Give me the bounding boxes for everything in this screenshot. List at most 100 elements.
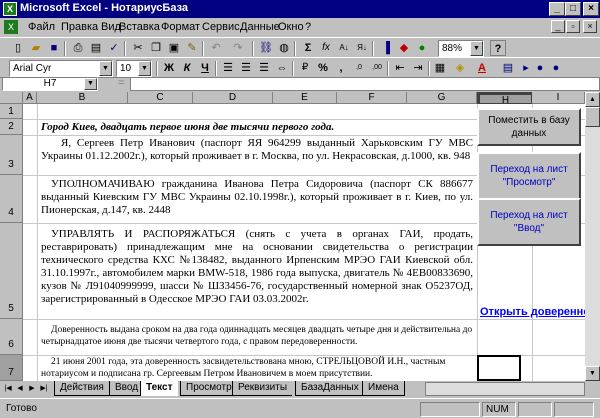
workbook-icon[interactable]: X bbox=[4, 20, 18, 34]
menu-file[interactable]: Файл bbox=[28, 21, 55, 33]
undo-icon[interactable]: ↶ bbox=[208, 40, 224, 56]
zoom-select[interactable]: 88% ▼ bbox=[438, 40, 484, 57]
column-header-c[interactable]: C bbox=[128, 92, 193, 104]
tab-input[interactable]: Ввод bbox=[109, 381, 144, 396]
scroll-down-icon[interactable]: ▼ bbox=[585, 366, 600, 381]
close-button[interactable]: × bbox=[583, 2, 599, 16]
menu-tools[interactable]: Сервис bbox=[202, 21, 240, 33]
last-sheet-icon[interactable]: ▶| bbox=[38, 383, 50, 395]
currency-icon[interactable]: ₽ bbox=[297, 60, 313, 76]
chevron-down-icon[interactable]: ▼ bbox=[470, 41, 483, 56]
sort-ascending-icon[interactable]: A↓ bbox=[336, 40, 352, 56]
cell-b3-principal[interactable]: Я, Сергеев Петр Иванович (паспорт ЯЯ 964… bbox=[41, 137, 473, 163]
tab-names[interactable]: Имена bbox=[362, 381, 405, 396]
menu-help[interactable]: ? bbox=[305, 21, 311, 33]
italic-button[interactable]: К bbox=[179, 60, 195, 76]
chart-wizard-icon[interactable]: ▐ bbox=[378, 40, 394, 56]
stop-icon[interactable]: ● bbox=[548, 60, 564, 76]
open-power-of-attorney-link[interactable]: Открыть доверенность bbox=[480, 306, 585, 318]
scroll-thumb[interactable] bbox=[585, 107, 600, 127]
underline-button[interactable]: Ч bbox=[197, 60, 213, 76]
font-select[interactable]: Arial Cyr ▼ bbox=[9, 60, 113, 77]
format-painter-icon[interactable]: ✎ bbox=[184, 40, 200, 56]
tab-view[interactable]: Просмотр bbox=[180, 381, 237, 396]
minimize-button[interactable]: _ bbox=[549, 2, 565, 16]
menu-data[interactable]: Данные bbox=[240, 21, 280, 33]
increase-indent-icon[interactable]: ⇥ bbox=[410, 60, 426, 76]
menu-view[interactable]: Вид bbox=[101, 21, 121, 33]
font-color-icon[interactable]: A bbox=[474, 60, 490, 76]
paste-icon[interactable]: ▣ bbox=[166, 40, 182, 56]
next-sheet-icon[interactable]: ▶ bbox=[26, 383, 38, 395]
cell-b5-powers[interactable]: УПРАВЛЯТЬ И РАСПОРЯЖАТЬСЯ (снять с учета… bbox=[41, 228, 473, 306]
save-to-database-button[interactable]: Поместить в базу данных bbox=[477, 108, 581, 146]
formula-equals[interactable]: = bbox=[118, 77, 124, 89]
column-header-a[interactable]: A bbox=[23, 92, 37, 104]
new-icon[interactable]: ▯ bbox=[10, 40, 26, 56]
prev-sheet-icon[interactable]: ◀ bbox=[14, 383, 26, 395]
doc-minimize-button[interactable]: _ bbox=[551, 20, 565, 33]
row-header-7[interactable]: 7 bbox=[0, 355, 23, 381]
cell-b4-authorize[interactable]: УПОЛНОМАЧИВАЮ гражданина Иванова Петра С… bbox=[41, 178, 473, 217]
maximize-button[interactable]: □ bbox=[565, 2, 581, 16]
chevron-down-icon[interactable]: ▼ bbox=[84, 78, 97, 90]
chevron-down-icon[interactable]: ▼ bbox=[138, 61, 151, 76]
active-cell-cursor[interactable] bbox=[477, 355, 521, 381]
row-header-2[interactable]: 2 bbox=[0, 119, 23, 135]
cut-icon[interactable]: ✂ bbox=[130, 40, 146, 56]
print-icon[interactable]: ⎙ bbox=[70, 40, 86, 56]
column-header-g[interactable]: G bbox=[407, 92, 477, 104]
doc-close-button[interactable]: × bbox=[583, 20, 597, 33]
row-header-4[interactable]: 4 bbox=[0, 175, 23, 223]
cell-b7-certification[interactable]: 21 июня 2001 года, эта доверенность засв… bbox=[41, 356, 473, 380]
excel-app-icon[interactable]: X bbox=[3, 2, 17, 16]
sort-descending-icon[interactable]: Я↓ bbox=[354, 40, 370, 56]
menu-window[interactable]: Окно bbox=[278, 21, 304, 33]
goto-input-sheet-button[interactable]: Переход на лист "Ввод" bbox=[477, 198, 581, 246]
record-icon[interactable]: ● bbox=[532, 60, 548, 76]
align-center-icon[interactable]: ☰ bbox=[238, 60, 254, 76]
percent-button[interactable]: % bbox=[315, 60, 331, 76]
worksheet-grid[interactable]: A B C D E F G H I 1 2 3 4 5 6 7 Город Ки… bbox=[0, 92, 585, 381]
row-header-3[interactable]: 3 bbox=[0, 135, 23, 175]
comma-style-button[interactable]: , bbox=[333, 60, 349, 76]
doc-restore-button[interactable]: ▫ bbox=[566, 20, 580, 33]
row-header-6[interactable]: 6 bbox=[0, 319, 23, 355]
column-header-h[interactable]: H bbox=[477, 92, 532, 106]
menu-edit[interactable]: Правка bbox=[61, 21, 98, 33]
column-header-f[interactable]: F bbox=[337, 92, 407, 104]
borders-icon[interactable]: ▦ bbox=[432, 60, 448, 76]
autosum-icon[interactable]: Σ bbox=[300, 40, 316, 56]
menu-format[interactable]: Формат bbox=[161, 21, 200, 33]
horizontal-scrollbar[interactable] bbox=[425, 382, 585, 396]
merge-center-icon[interactable]: ⇔ bbox=[274, 60, 290, 76]
scroll-up-icon[interactable]: ▲ bbox=[585, 92, 600, 107]
decrease-decimal-icon[interactable]: ,00 bbox=[369, 60, 385, 76]
bold-button[interactable]: Ж bbox=[161, 60, 177, 76]
fill-color-icon[interactable]: ◈ bbox=[452, 60, 468, 76]
chevron-down-icon[interactable]: ▼ bbox=[99, 61, 112, 76]
web-toolbar-icon[interactable]: ◍ bbox=[276, 40, 292, 56]
macro-icon[interactable]: ▤ bbox=[500, 60, 516, 76]
select-all-corner[interactable] bbox=[0, 92, 23, 104]
cell-b6-validity[interactable]: Доверенность выдана сроком на два года о… bbox=[41, 324, 473, 348]
first-sheet-icon[interactable]: |◀ bbox=[2, 383, 14, 395]
row-header-5[interactable]: 5 bbox=[0, 223, 23, 319]
tab-text[interactable]: Текст bbox=[140, 381, 178, 396]
spellcheck-icon[interactable]: ✓ bbox=[106, 40, 122, 56]
tab-actions[interactable]: Действия bbox=[54, 381, 109, 396]
hyperlink-icon[interactable]: ⛓ bbox=[258, 40, 274, 56]
map-icon[interactable]: ◆ bbox=[396, 40, 412, 56]
column-header-d[interactable]: D bbox=[193, 92, 273, 104]
cell-b2-heading[interactable]: Город Киев, двадцать первое июня две тыс… bbox=[41, 121, 473, 134]
align-left-icon[interactable]: ☰ bbox=[220, 60, 236, 76]
redo-icon[interactable]: ↷ bbox=[230, 40, 246, 56]
goto-view-sheet-button[interactable]: Переход на лист "Просмотр" bbox=[477, 152, 581, 200]
increase-decimal-icon[interactable]: ,0 bbox=[351, 60, 367, 76]
formula-input[interactable] bbox=[130, 77, 600, 91]
drawing-icon[interactable]: ● bbox=[414, 40, 430, 56]
function-icon[interactable]: fx bbox=[318, 40, 334, 56]
help-icon[interactable]: ? bbox=[490, 40, 506, 56]
tab-database[interactable]: БазаДанных bbox=[295, 381, 364, 396]
column-header-b[interactable]: B bbox=[37, 92, 128, 104]
